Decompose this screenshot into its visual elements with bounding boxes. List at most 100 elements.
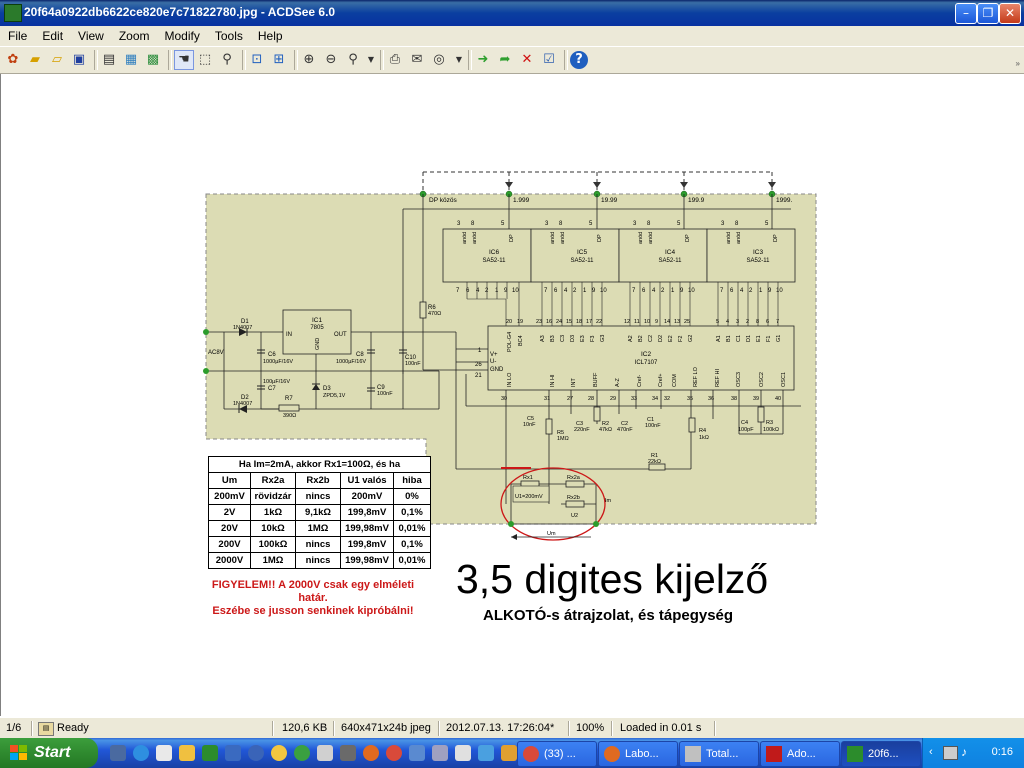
svg-text:1kΩ: 1kΩ [699, 435, 709, 441]
image-viewer[interactable]: DP közös 1.999 19.99 199.9 1999. 3 8 5 a… [0, 74, 1024, 716]
windows-logo-icon [10, 745, 27, 760]
svg-text:C6: C6 [268, 352, 276, 358]
svg-text:Rx1: Rx1 [523, 475, 533, 481]
messenger-icon[interactable] [271, 745, 287, 761]
svg-text:DP: DP [509, 234, 515, 242]
start-button[interactable]: Start [0, 738, 98, 768]
svg-text:anód: anód [560, 232, 566, 244]
notepad-icon[interactable] [156, 745, 172, 761]
show-desktop-icon[interactable] [110, 745, 126, 761]
email-icon[interactable]: ✉ [408, 51, 426, 69]
app-icon[interactable] [501, 745, 517, 761]
app-icon[interactable] [432, 745, 448, 761]
minimize-button[interactable]: – [955, 3, 977, 24]
zoom-in-icon[interactable]: ⊕ [300, 51, 318, 69]
print-icon[interactable]: ⎙ [386, 51, 404, 69]
svg-text:390Ω: 390Ω [283, 413, 296, 419]
burn-disc-icon[interactable]: ◎ [430, 51, 448, 69]
network-icon[interactable] [943, 746, 958, 760]
table-row: 2000V 1MΩ nincs 199,98mV 0,01% [208, 552, 431, 569]
actual-size-icon[interactable]: ⊞ [270, 51, 288, 69]
save-icon[interactable]: ▣ [70, 51, 88, 69]
app-icon[interactable] [455, 745, 471, 761]
task-firefox[interactable]: Labo... [598, 741, 678, 767]
app-icon[interactable] [340, 745, 356, 761]
svg-text:B2: B2 [638, 335, 644, 342]
clock[interactable]: 0:16 [992, 746, 1013, 758]
table-row: 200mV rövidzár nincs 200mV 0% [208, 488, 431, 505]
chrome-quicklaunch-icon[interactable] [386, 745, 402, 761]
status-separator [611, 721, 613, 736]
svg-text:anód: anód [638, 232, 644, 244]
svg-text:DP: DP [685, 234, 691, 242]
svg-text:A3: A3 [540, 335, 546, 342]
menu-modify[interactable]: Modify [157, 26, 207, 45]
svg-text:C4: C4 [741, 420, 748, 426]
delete-icon[interactable]: ✕ [518, 51, 536, 69]
app-icon[interactable] [478, 745, 494, 761]
svg-text:U-: U- [490, 359, 496, 365]
svg-text:13: 13 [674, 319, 680, 325]
svg-text:A2: A2 [628, 335, 634, 342]
svg-text:ICL7107: ICL7107 [635, 360, 658, 366]
svg-text:B1: B1 [726, 335, 732, 342]
fit-image-icon[interactable]: ⊡ [248, 51, 266, 69]
internet-explorer-icon[interactable] [133, 745, 149, 761]
browse-icon[interactable]: ▤ [100, 51, 118, 69]
menu-edit[interactable]: Edit [34, 26, 70, 45]
open-file-icon[interactable]: ▱ [48, 51, 66, 69]
hand-tool-icon[interactable]: ☚ [174, 50, 194, 70]
help-icon[interactable]: ? [570, 51, 588, 69]
svg-text:100µF/16V: 100µF/16V [263, 379, 290, 385]
tray-expand-icon[interactable]: ‹ [929, 746, 933, 758]
task-chrome[interactable]: (33) ... [517, 741, 597, 767]
copy-to-icon[interactable]: ➜ [474, 51, 492, 69]
zoom-out-icon[interactable]: ⊖ [322, 51, 340, 69]
zoom-menu-icon[interactable]: ⚲ [344, 51, 362, 69]
app-icon[interactable] [317, 745, 333, 761]
properties-icon[interactable]: ☑ [540, 51, 558, 69]
chevron-down-icon[interactable]: ▼ [362, 51, 380, 69]
calculator-icon[interactable] [225, 745, 241, 761]
menu-help[interactable]: Help [250, 26, 290, 45]
bs-player-icon[interactable] [248, 745, 264, 761]
open-folder-icon[interactable]: ▰ [26, 51, 44, 69]
acdsee-app-icon[interactable] [4, 4, 22, 22]
select-tool-icon[interactable]: ⬚ [196, 51, 214, 69]
close-button[interactable]: ✕ [999, 3, 1021, 24]
app-icon[interactable] [409, 745, 425, 761]
adobe-reader-icon [766, 746, 782, 762]
status-page: 1/6 [6, 722, 22, 734]
menu-file[interactable]: File [0, 26, 34, 45]
firefox-icon[interactable] [363, 745, 379, 761]
task-acdsee[interactable]: 20f6... [841, 741, 921, 767]
toolbar-overflow-icon[interactable]: » [1016, 59, 1020, 68]
slideshow-icon[interactable]: ▦ [122, 51, 140, 69]
menu-zoom[interactable]: Zoom [111, 26, 157, 45]
winamp-icon[interactable] [179, 745, 195, 761]
task-adobe[interactable]: Ado... [760, 741, 840, 767]
acdsee-quicklaunch-icon[interactable] [202, 745, 218, 761]
toolbar-separator [294, 50, 298, 70]
svg-text:IC4: IC4 [665, 249, 676, 256]
svg-text:32: 32 [664, 396, 670, 402]
svg-text:IC3: IC3 [753, 249, 764, 256]
table-row: 20V 10kΩ 1MΩ 199,98mV 0,01% [208, 520, 431, 537]
zoom-tool-icon[interactable]: ⚲ [218, 51, 236, 69]
table-header: hiba [393, 472, 431, 489]
export-icon[interactable]: ▩ [144, 51, 162, 69]
volume-icon[interactable]: ♪ [961, 745, 967, 759]
menu-tools[interactable]: Tools [207, 26, 250, 45]
results-table: Ha Im=2mA, akkor Rx1=100Ω, és ha Um Rx2a… [208, 456, 431, 569]
maximize-button[interactable]: ❐ [977, 3, 999, 24]
utorrent-icon[interactable] [294, 745, 310, 761]
svg-text:27: 27 [567, 396, 573, 402]
task-total-commander[interactable]: Total... [679, 741, 759, 767]
svg-text:15: 15 [566, 319, 572, 325]
svg-text:28: 28 [588, 396, 594, 402]
chevron-down-icon[interactable]: ▼ [450, 51, 468, 69]
move-to-icon[interactable]: ➦ [496, 51, 514, 69]
acquire-icon[interactable]: ✿ [4, 51, 22, 69]
svg-text:470nF: 470nF [617, 427, 633, 433]
menu-view[interactable]: View [70, 26, 111, 45]
